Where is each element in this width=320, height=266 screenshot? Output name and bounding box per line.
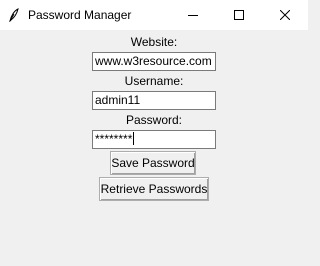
app-window: Password Manager Website: www.w3resource…	[0, 0, 308, 266]
minimize-icon	[188, 15, 198, 16]
feather-icon	[0, 0, 28, 30]
website-label: Website:	[130, 35, 178, 49]
password-label: Password:	[125, 113, 183, 127]
password-value: ********	[95, 132, 133, 146]
form-area: Website: www.w3resource.com Username: ad…	[0, 30, 308, 266]
window-title: Password Manager	[28, 8, 132, 22]
minimize-button[interactable]	[170, 0, 216, 30]
maximize-button[interactable]	[216, 0, 262, 30]
retrieve-passwords-button[interactable]: Retrieve Passwords	[99, 177, 209, 201]
close-icon	[280, 10, 290, 20]
save-password-button[interactable]: Save Password	[110, 151, 196, 175]
text-caret	[133, 132, 135, 145]
username-field[interactable]: admin11	[92, 91, 216, 110]
close-button[interactable]	[262, 0, 308, 30]
website-field[interactable]: www.w3resource.com	[92, 52, 216, 71]
username-label: Username:	[124, 74, 184, 88]
title-bar[interactable]: Password Manager	[0, 0, 308, 30]
password-field[interactable]: ********	[92, 130, 216, 149]
maximize-icon	[234, 10, 244, 20]
